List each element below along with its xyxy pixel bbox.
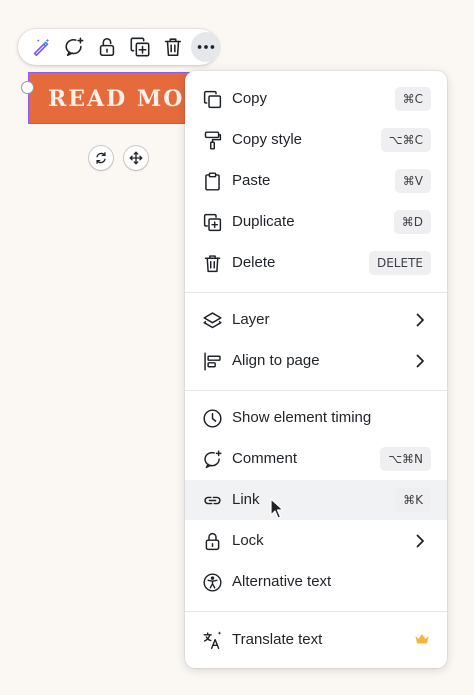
magic-edit-button[interactable] — [24, 32, 57, 62]
menu-item-lock[interactable]: Lock — [185, 521, 447, 561]
shortcut-badge: ⌥⌘N — [380, 447, 431, 471]
shortcut-badge: ⌘D — [393, 210, 431, 234]
menu-item-comment[interactable]: Comment ⌥⌘N — [185, 439, 447, 479]
duplicate-icon — [201, 211, 223, 233]
comment-add-icon — [64, 37, 83, 57]
shortcut-badge: DELETE — [368, 251, 431, 275]
shortcut-badge: ⌘V — [394, 169, 431, 193]
menu-item-translate-text[interactable]: Translate text — [185, 620, 447, 660]
accessibility-icon — [201, 571, 223, 593]
menu-item-delete[interactable]: Delete DELETE — [185, 243, 447, 283]
mouse-cursor-icon — [270, 498, 284, 519]
magic-edit-icon — [33, 38, 49, 57]
duplicate-icon — [130, 37, 149, 57]
menu-item-paste[interactable]: Paste ⌘V — [185, 161, 447, 201]
chevron-right-icon — [416, 354, 424, 368]
menu-item-link[interactable]: Link ⌘K — [185, 480, 447, 520]
shortcut-badge: ⌘K — [395, 488, 431, 512]
more-options-button[interactable] — [191, 32, 221, 62]
menu-item-copy-style[interactable]: Copy style ⌥⌘C — [185, 120, 447, 160]
copy-icon — [201, 88, 223, 110]
trash-icon — [201, 252, 223, 274]
link-icon — [201, 489, 223, 511]
shortcut-badge: ⌥⌘C — [380, 128, 431, 152]
move-button[interactable] — [124, 146, 148, 170]
menu-item-show-element-timing[interactable]: Show element timing — [185, 398, 447, 438]
align-icon — [201, 350, 223, 372]
chevron-right-icon — [416, 313, 424, 327]
move-icon — [129, 151, 143, 165]
crown-icon — [415, 634, 429, 644]
more-icon — [197, 45, 215, 49]
menu-item-layer[interactable]: Layer — [185, 300, 447, 340]
menu-item-align-to-page[interactable]: Align to page — [185, 341, 447, 381]
clipboard-icon — [201, 170, 223, 192]
resize-handle[interactable] — [21, 81, 34, 94]
rotate-button[interactable] — [89, 146, 113, 170]
lock-icon — [201, 530, 223, 552]
trash-icon — [164, 38, 181, 57]
rotate-icon — [96, 152, 106, 164]
clock-icon — [201, 407, 223, 429]
chevron-right-icon — [416, 534, 424, 548]
menu-item-alternative-text[interactable]: Alternative text — [185, 562, 447, 602]
menu-divider — [185, 292, 447, 293]
layers-icon — [201, 309, 223, 331]
lock-open-icon — [99, 37, 114, 57]
comment-add-icon — [201, 448, 223, 470]
translate-icon — [201, 629, 223, 651]
context-menu: Copy ⌘C Copy style ⌥⌘C Paste ⌘V Duplicat… — [185, 71, 447, 668]
duplicate-button[interactable] — [123, 32, 156, 62]
shortcut-badge: ⌘C — [394, 87, 431, 111]
element-toolbar — [18, 29, 221, 65]
menu-divider — [185, 390, 447, 391]
unlock-button[interactable] — [90, 32, 123, 62]
menu-item-duplicate[interactable]: Duplicate ⌘D — [185, 202, 447, 242]
menu-item-copy[interactable]: Copy ⌘C — [185, 79, 447, 119]
add-comment-button[interactable] — [57, 32, 90, 62]
paint-roller-icon — [201, 129, 223, 151]
delete-button[interactable] — [156, 32, 189, 62]
menu-divider — [185, 611, 447, 612]
